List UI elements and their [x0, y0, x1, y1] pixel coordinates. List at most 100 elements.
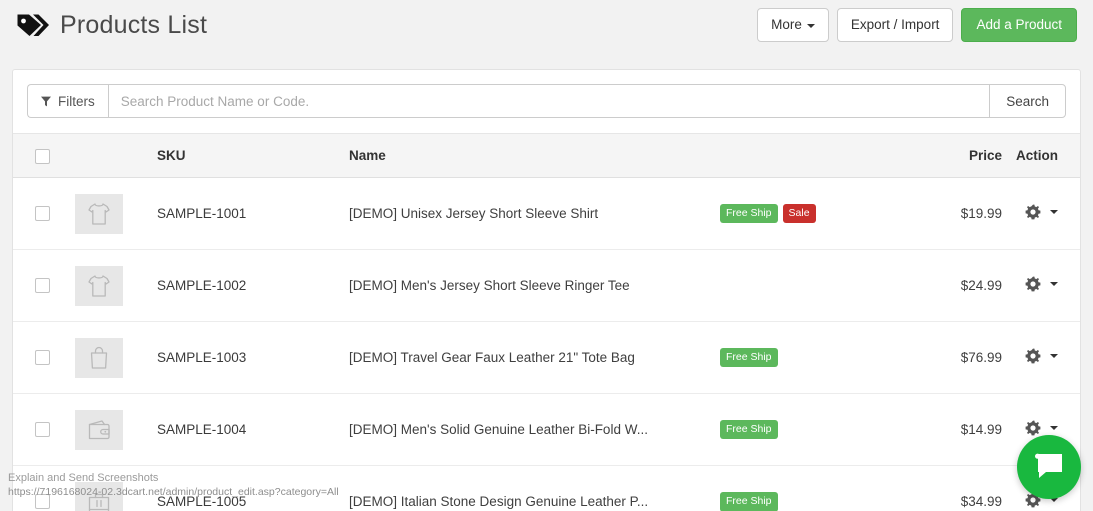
row-checkbox[interactable] [35, 206, 50, 221]
chevron-down-icon [806, 23, 815, 28]
filters-button[interactable]: Filters [27, 84, 108, 118]
tshirt-icon [75, 193, 123, 234]
column-name: Name [349, 133, 720, 178]
column-select-all [13, 133, 75, 178]
row-checkbox[interactable] [35, 494, 50, 510]
row-product-name[interactable]: [DEMO] Men's Solid Genuine Leather Bi-Fo… [349, 422, 720, 437]
row-price-cell: $76.99 [910, 321, 1002, 394]
row-image-cell [75, 249, 157, 322]
row-price: $14.99 [960, 422, 1002, 437]
products-table: SKU Name Price Action SAMPLE-1001 [DEMO] … [13, 133, 1080, 511]
row-badges: Free Ship Sale [720, 203, 910, 224]
row-product-name[interactable]: [DEMO] Travel Gear Faux Leather 21" Tote… [349, 350, 720, 365]
suitcase-icon [75, 481, 123, 511]
row-product-name[interactable]: [DEMO] Italian Stone Design Genuine Leat… [349, 494, 720, 509]
row-price-cell: $14.99 [910, 393, 1002, 466]
page-title-group: Products List [8, 10, 207, 40]
header-actions: More Export / Import Add a Product [757, 8, 1077, 42]
tags-icon [12, 10, 49, 40]
row-sku: SAMPLE-1002 [157, 278, 247, 293]
row-sku-cell: SAMPLE-1003 [157, 321, 349, 394]
row-checkbox[interactable] [35, 350, 50, 365]
gear-icon [1025, 420, 1041, 436]
select-all-checkbox[interactable] [35, 148, 50, 164]
add-product-button[interactable]: Add a Product [961, 8, 1077, 42]
gear-icon [1025, 348, 1041, 364]
row-price: $24.99 [960, 278, 1002, 293]
row-select-cell [13, 321, 75, 394]
page-header: Products List More Export / Import Add a… [0, 0, 1093, 50]
products-table-body: SAMPLE-1001 [DEMO] Unisex Jersey Short Sl… [13, 177, 1080, 511]
table-row[interactable]: SAMPLE-1005 [DEMO] Italian Stone Design G… [13, 466, 1080, 511]
row-badges-cell [720, 249, 910, 322]
row-checkbox[interactable] [35, 278, 50, 293]
gear-icon [1025, 276, 1041, 292]
row-price: $19.99 [960, 206, 1002, 221]
page-title: Products List [60, 10, 208, 39]
row-action-menu-button[interactable] [1025, 276, 1058, 292]
table-row[interactable]: SAMPLE-1001 [DEMO] Unisex Jersey Short Sl… [13, 177, 1080, 250]
table-row[interactable]: SAMPLE-1004 [DEMO] Men's Solid Genuine Le… [13, 393, 1080, 466]
funnel-icon [41, 96, 51, 107]
column-image [75, 133, 157, 178]
row-checkbox[interactable] [35, 422, 50, 437]
page-root: Products List More Export / Import Add a… [0, 0, 1093, 511]
tshirt-icon [75, 265, 123, 306]
row-product-name[interactable]: [DEMO] Men's Jersey Short Sleeve Ringer … [349, 278, 720, 293]
products-table-head: SKU Name Price Action [13, 133, 1080, 178]
row-price-cell: $19.99 [910, 177, 1002, 250]
row-sku: SAMPLE-1005 [157, 494, 247, 510]
row-select-cell [13, 393, 75, 466]
row-action-menu-button[interactable] [1025, 420, 1058, 436]
row-image-cell [75, 393, 157, 466]
row-product-name[interactable]: [DEMO] Unisex Jersey Short Sleeve Shirt [349, 206, 720, 221]
row-price-cell: $24.99 [910, 249, 1002, 322]
sale-badge: Sale [782, 203, 816, 224]
search-bar: Filters Search [13, 70, 1080, 118]
row-sku: SAMPLE-1001 [157, 206, 247, 221]
row-sku-cell: SAMPLE-1004 [157, 393, 349, 466]
row-name-cell: [DEMO] Unisex Jersey Short Sleeve Shirt [349, 177, 720, 250]
row-price: $76.99 [960, 350, 1002, 365]
row-badges: Free Ship [720, 492, 910, 511]
gear-icon [1025, 204, 1041, 220]
row-sku-cell: SAMPLE-1005 [157, 466, 349, 511]
row-action-cell [1002, 321, 1080, 394]
free-ship-badge: Free Ship [720, 419, 778, 440]
row-name-cell: [DEMO] Men's Jersey Short Sleeve Ringer … [349, 249, 720, 322]
row-sku-cell: SAMPLE-1002 [157, 249, 349, 322]
row-badges-cell: Free Ship [720, 466, 910, 511]
row-badges-cell: Free Ship [720, 321, 910, 394]
row-action-menu-button[interactable] [1025, 204, 1058, 220]
table-header-row: SKU Name Price Action [13, 133, 1080, 178]
chevron-down-icon [1050, 210, 1058, 214]
table-row[interactable]: SAMPLE-1003 [DEMO] Travel Gear Faux Leath… [13, 321, 1080, 394]
row-image-cell [75, 321, 157, 394]
row-action-menu-button[interactable] [1025, 348, 1058, 364]
export-import-button[interactable]: Export / Import [836, 8, 954, 42]
row-image-cell [75, 466, 157, 511]
column-price: Price [910, 133, 1002, 178]
chat-bubble-icon [1034, 452, 1064, 483]
row-sku-cell: SAMPLE-1001 [157, 177, 349, 250]
free-ship-badge: Free Ship [720, 203, 778, 224]
products-panel: Filters Search SKU Name Price Action [12, 69, 1081, 511]
more-button[interactable]: More [757, 8, 829, 42]
row-select-cell [13, 177, 75, 250]
row-sku: SAMPLE-1004 [157, 422, 247, 437]
row-action-cell [1002, 249, 1080, 322]
tote-bag-icon [75, 337, 123, 378]
chat-launcher-button[interactable] [1017, 435, 1081, 499]
chevron-down-icon [1050, 354, 1058, 358]
wallet-icon [75, 409, 123, 450]
column-action: Action [1002, 133, 1080, 178]
table-row[interactable]: SAMPLE-1002 [DEMO] Men's Jersey Short Sle… [13, 249, 1080, 322]
search-input[interactable] [107, 84, 990, 118]
more-button-label: More [771, 17, 802, 33]
row-name-cell: [DEMO] Travel Gear Faux Leather 21" Tote… [349, 321, 720, 394]
free-ship-badge: Free Ship [720, 347, 778, 368]
row-sku: SAMPLE-1003 [157, 350, 247, 365]
search-button[interactable]: Search [989, 84, 1066, 118]
row-price: $34.99 [960, 494, 1002, 510]
column-badges [720, 133, 910, 178]
